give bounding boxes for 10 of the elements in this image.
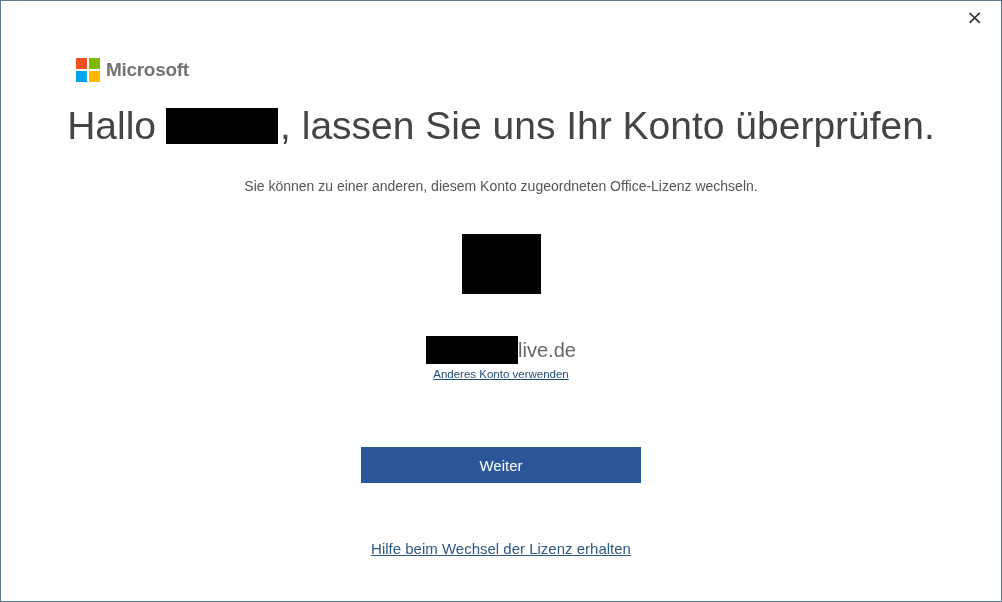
windows-logo-icon: [76, 58, 100, 82]
email-text: live.de: [518, 338, 576, 362]
logo-text: Microsoft: [106, 59, 189, 81]
heading-text: , lassen Sie uns Ihr Konto überprüfen.: [280, 104, 935, 148]
help-link[interactable]: Hilfe beim Wechsel der Lizenz erhalten: [371, 540, 631, 557]
heading-text: Hallo: [67, 104, 157, 148]
switch-account-link[interactable]: Anderes Konto verwenden: [433, 368, 569, 380]
continue-button[interactable]: Weiter: [361, 447, 641, 483]
close-button[interactable]: ×: [962, 5, 987, 29]
subtitle: Sie können zu einer anderen, diesem Konto zugeordneten Office-Lizenz wechseln.: [244, 178, 758, 194]
